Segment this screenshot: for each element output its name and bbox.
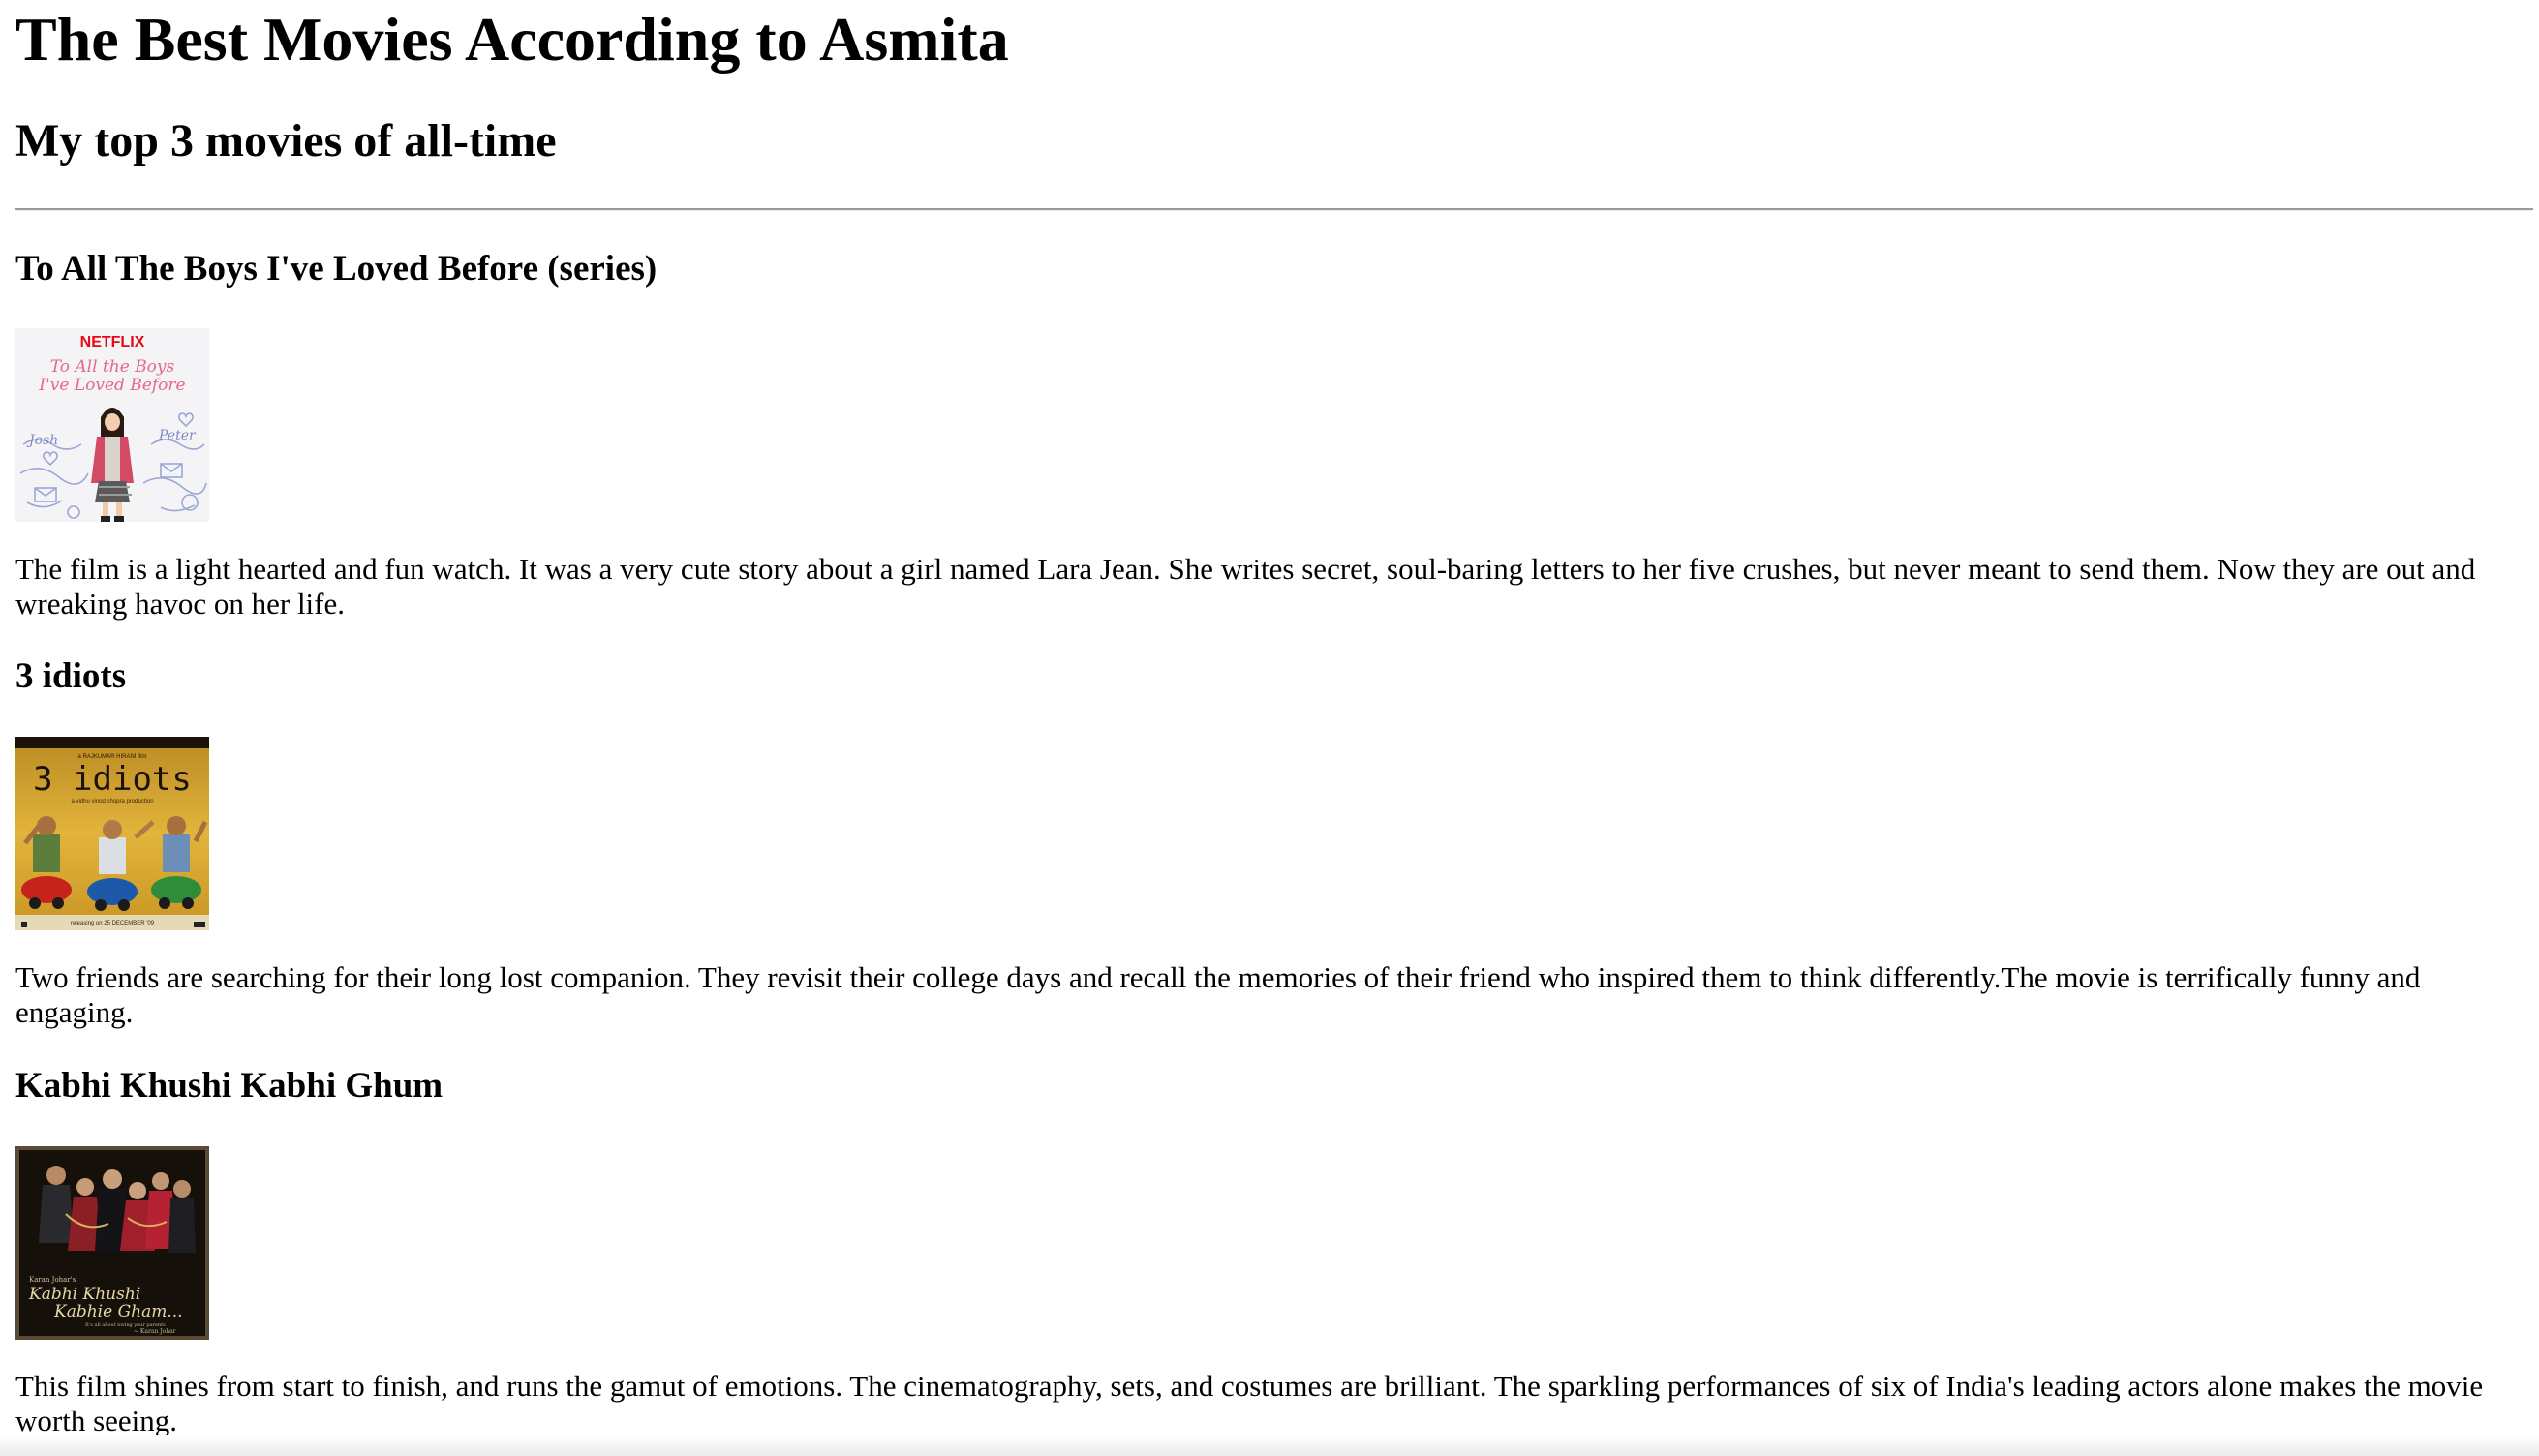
netflix-logo: NETFLIX <box>80 334 145 350</box>
poster-title-line-1: Kabhi Khushi <box>28 1285 140 1304</box>
window-bottom-edge <box>0 1435 2539 1456</box>
movie-description-1: The film is a light hearted and fun watc… <box>15 552 2476 621</box>
poster-title-line-2: Kabhie Gham... <box>53 1302 183 1321</box>
poster-presenter: Karan Johar's <box>29 1276 76 1284</box>
three-figures <box>23 816 208 874</box>
poster-tagline: a vidhu vinod chopra production <box>71 799 153 804</box>
movie-description-2: Two friends are searching for their long… <box>15 960 2421 1029</box>
movie-description-3: This film shines from start to finish, a… <box>15 1369 2484 1438</box>
poster-3-idiots-art: a RAJKUMAR HIRANI film 3 idiots a vidhu … <box>15 737 209 930</box>
movie-title-2: 3 idiots <box>15 656 127 696</box>
poster-name-left: Josh <box>26 433 58 448</box>
poster-title-line-1: To All the Boys <box>50 357 175 377</box>
page-subtitle: My top 3 movies of all-time <box>15 115 557 167</box>
movie-title-3: Kabhi Khushi Kabhi Ghum <box>15 1066 444 1106</box>
poster-kkkg-art: Karan Johar's Kabhi Khushi Kabhie Gham..… <box>15 1146 209 1340</box>
poster-kabhi-khushi-kabhi-ghum: Karan Johar's Kabhi Khushi Kabhie Gham..… <box>15 1146 209 1340</box>
poster-to-all-the-boys: Josh Peter NETFLIX To All the Boys I've … <box>15 328 209 522</box>
poster-to-all-the-boys-art: Josh Peter NETFLIX To All the Boys I've … <box>15 328 209 522</box>
poster-credit: ~ Karan Johar <box>134 1328 176 1335</box>
poster-title-line-2: I've Loved Before <box>38 376 185 395</box>
poster-title: 3 idiots <box>33 760 192 799</box>
poster-release: releasing on 25 DECEMBER '09 <box>71 921 155 926</box>
poster-name-right: Peter <box>158 428 197 443</box>
page-title: The Best Movies According to Asmita <box>15 5 1009 74</box>
poster-3-idiots: a RAJKUMAR HIRANI film 3 idiots a vidhu … <box>15 737 209 930</box>
movie-title-1: To All The Boys I've Loved Before (serie… <box>15 249 658 288</box>
horizontal-divider <box>15 208 2533 211</box>
